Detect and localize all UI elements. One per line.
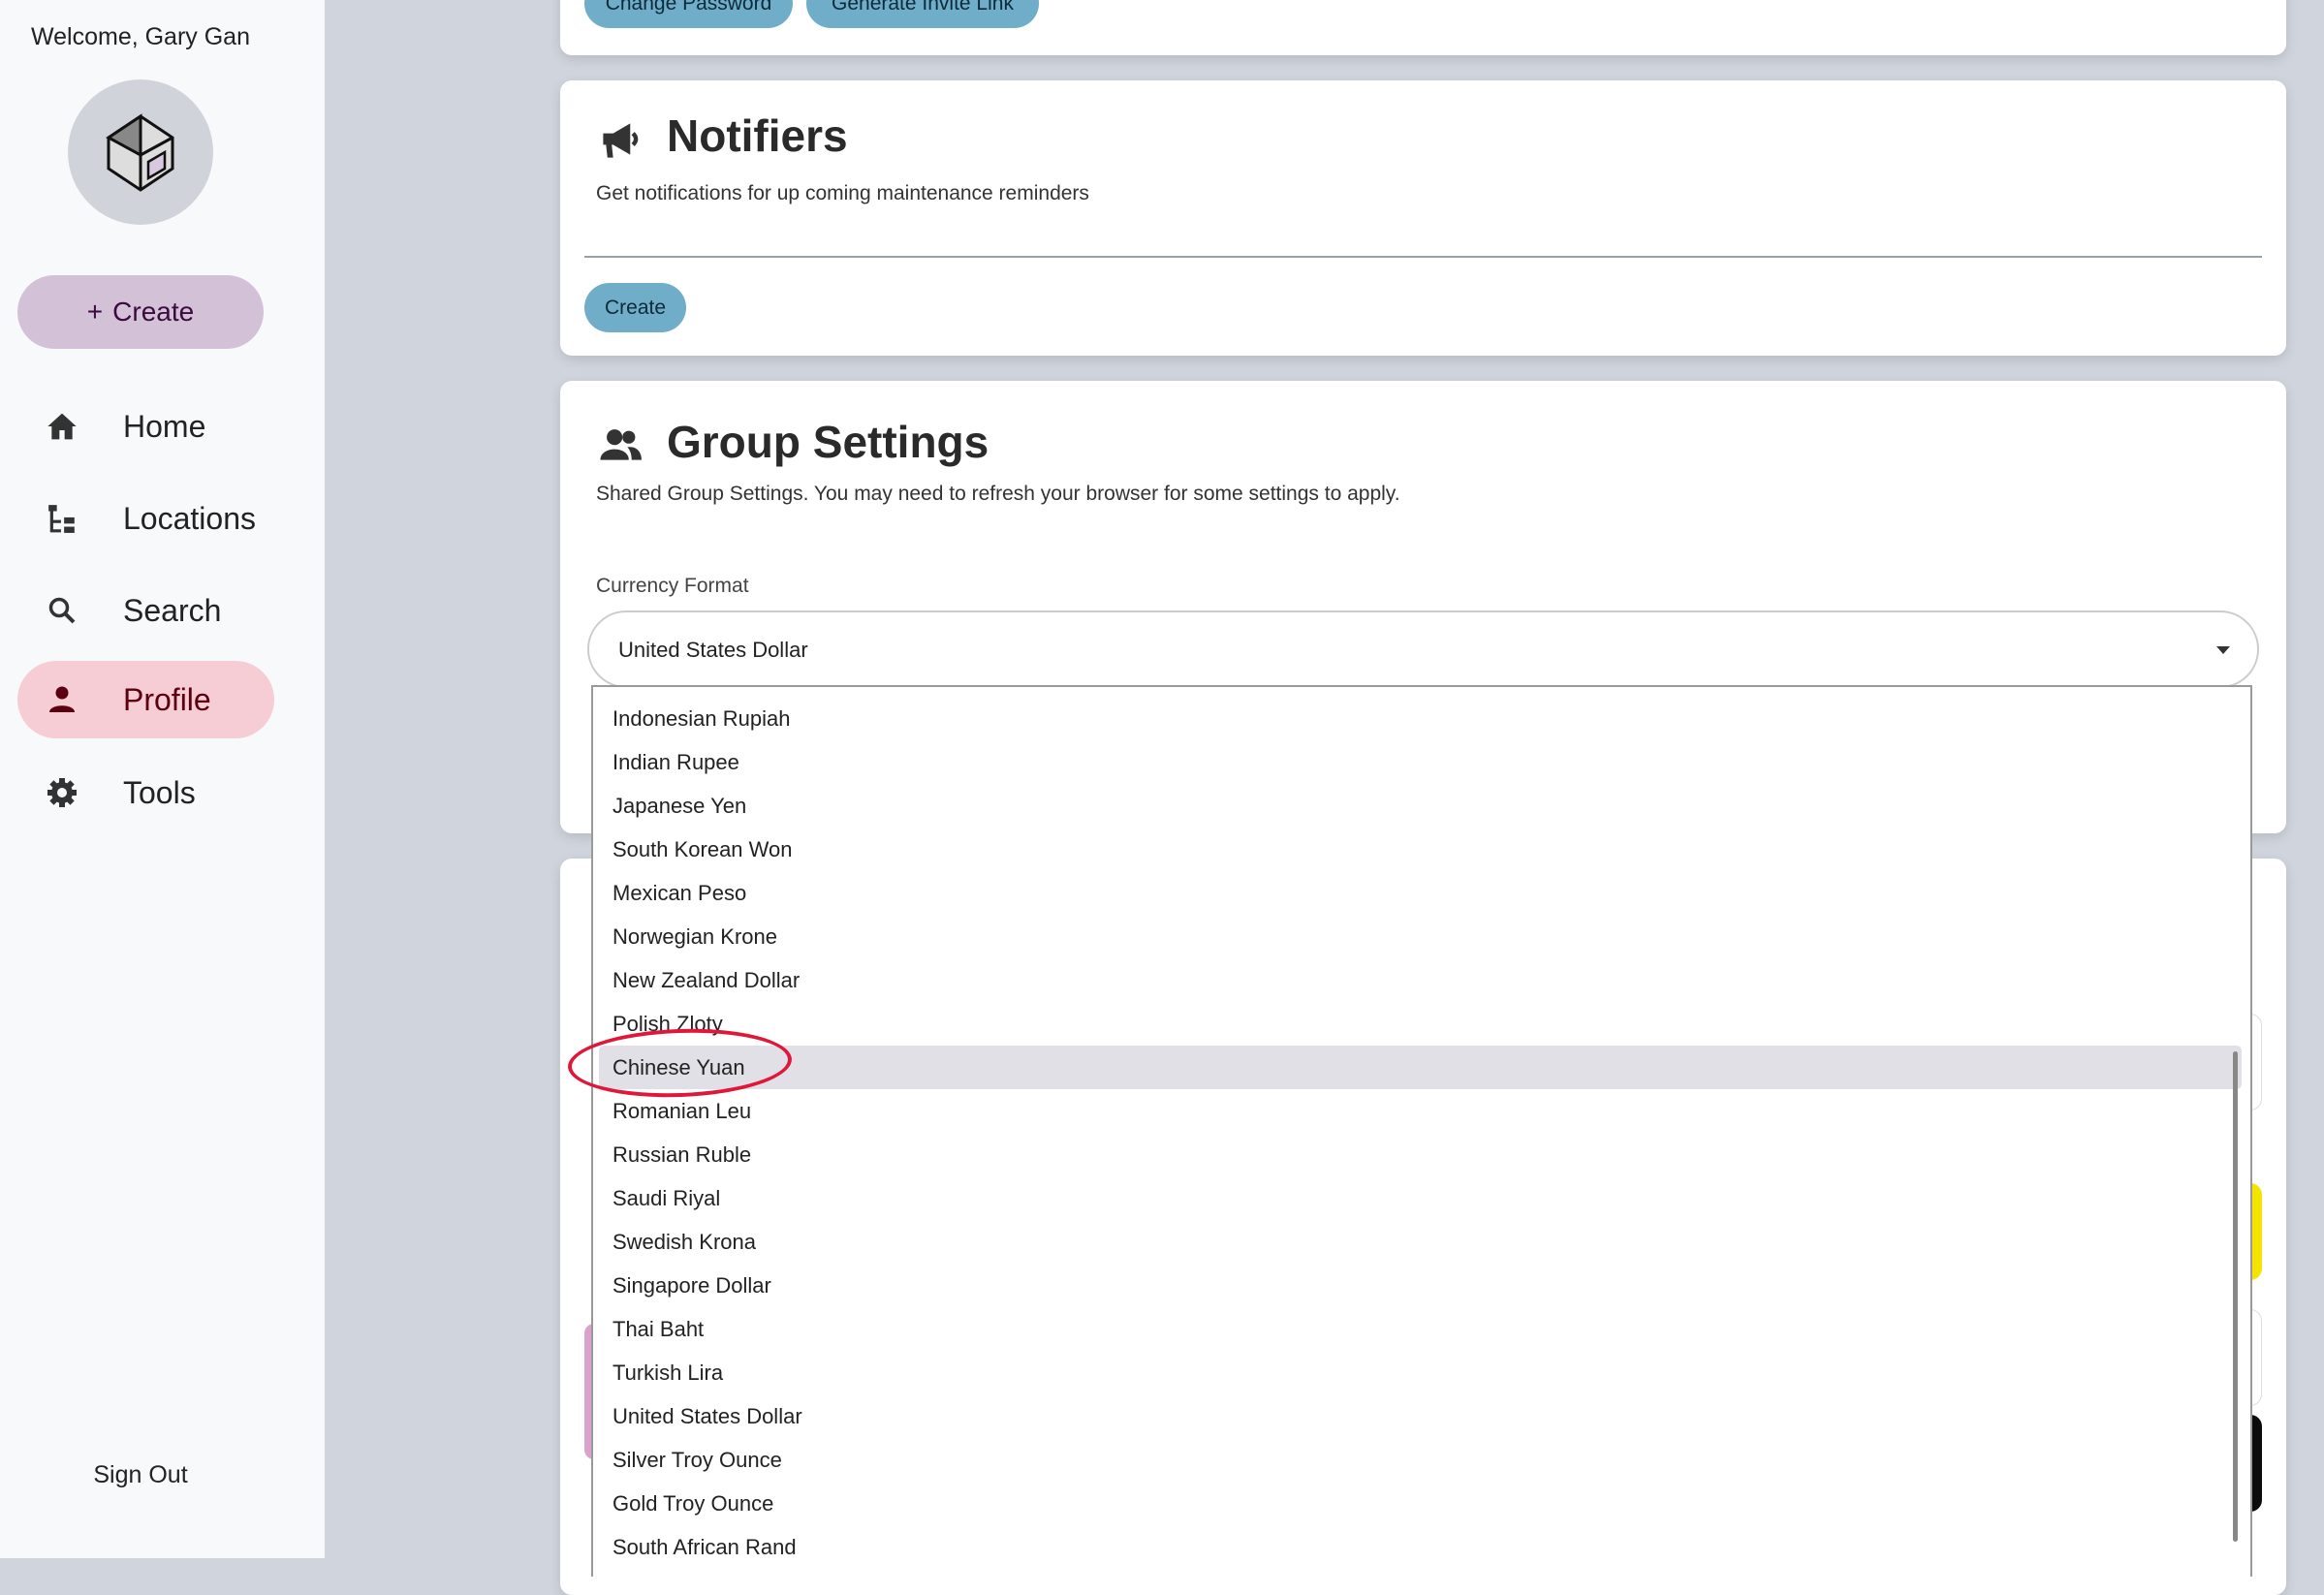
currency-option[interactable]: Turkish Lira [612, 1351, 723, 1394]
plus-icon: + [86, 297, 104, 327]
gear-icon [45, 775, 79, 810]
currency-option[interactable]: Singapore Dollar [612, 1264, 771, 1307]
sidebar-item-label: Tools [123, 774, 196, 810]
change-password-button[interactable]: Change Password [584, 0, 793, 28]
sidebar-item-search[interactable]: Search [17, 572, 274, 649]
sign-out-link[interactable]: Sign Out [0, 1461, 281, 1489]
currency-format-label: Currency Format [596, 575, 749, 597]
sidebar: Welcome, Gary Gan + Create Home Location… [0, 0, 325, 1558]
currency-option[interactable]: Swedish Krona [612, 1220, 756, 1264]
highlighted-option-bg [599, 1046, 2242, 1089]
group-icon [600, 429, 642, 460]
group-settings-subtitle: Shared Group Settings. You may need to r… [596, 483, 1400, 505]
currency-option[interactable]: South Korean Won [612, 828, 793, 871]
sidebar-item-tools[interactable]: Tools [17, 754, 274, 831]
sidebar-item-label: Locations [123, 500, 256, 536]
currency-option[interactable]: Mexican Peso [612, 871, 746, 915]
sidebar-item-label: Search [123, 592, 222, 628]
avatar[interactable] [68, 79, 213, 225]
currency-format-select[interactable]: United States Dollar [587, 610, 2259, 688]
megaphone-icon [603, 123, 639, 158]
group-settings-title: Group Settings [667, 417, 989, 467]
scrollbar[interactable] [2233, 1051, 2238, 1542]
currency-dropdown-menu: Indonesian Rupiah Indian Rupee Japanese Ye… [591, 685, 2252, 1577]
generate-invite-link-button[interactable]: Generate Invite Link [806, 0, 1039, 28]
chevron-down-icon [2216, 646, 2230, 654]
sidebar-item-label: Home [123, 408, 206, 444]
notifiers-subtitle: Get notifications for up coming maintena… [596, 182, 1089, 204]
person-icon [45, 682, 79, 717]
tree-icon [45, 501, 79, 536]
currency-option[interactable]: New Zealand Dollar [612, 958, 800, 1002]
currency-option[interactable]: Saudi Riyal [612, 1176, 720, 1220]
notifiers-title: Notifiers [667, 110, 848, 161]
search-icon [45, 593, 79, 628]
currency-option[interactable]: United States Dollar [612, 1394, 802, 1438]
currency-option[interactable]: Thai Baht [612, 1307, 704, 1351]
currency-option[interactable]: South African Rand [612, 1525, 797, 1569]
create-button[interactable]: + Create [17, 275, 264, 349]
currency-option[interactable]: Gold Troy Ounce [612, 1482, 773, 1525]
currency-option[interactable]: Indonesian Rupiah [612, 697, 790, 740]
sidebar-item-label: Profile [123, 681, 211, 717]
divider [584, 256, 2262, 258]
create-label: Create [112, 297, 195, 327]
sidebar-item-locations[interactable]: Locations [17, 480, 274, 557]
currency-option[interactable]: Indian Rupee [612, 740, 739, 784]
currency-option[interactable]: Japanese Yen [612, 784, 746, 828]
notifiers-card: Notifiers Get notifications for up comin… [560, 80, 2286, 356]
currency-option[interactable]: Silver Troy Ounce [612, 1438, 782, 1482]
currency-option[interactable]: Norwegian Krone [612, 915, 777, 958]
box-logo-icon [106, 113, 174, 192]
currency-option[interactable]: Russian Ruble [612, 1133, 751, 1176]
currency-format-value: United States Dollar [618, 638, 808, 662]
sidebar-item-profile[interactable]: Profile [17, 661, 274, 738]
sidebar-item-home[interactable]: Home [17, 388, 274, 465]
create-notifier-button[interactable]: Create [584, 283, 686, 332]
welcome-text: Welcome, Gary Gan [30, 23, 250, 50]
account-card: Change Password Generate Invite Link [560, 0, 2286, 55]
home-icon [45, 409, 79, 444]
